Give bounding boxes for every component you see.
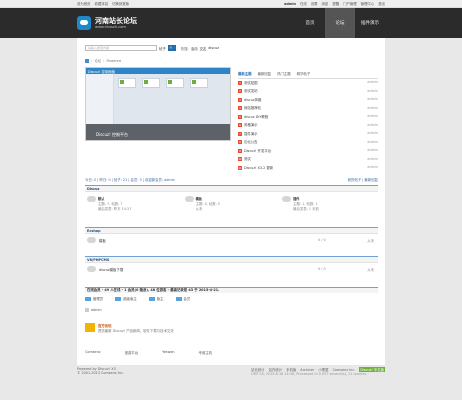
hot-search-2[interactable]: 交友 (200, 46, 207, 51)
forum-section-discuz: Discuz 默认 主题: 7, 帖数: 7 最后发表: 昨天 14:27 模板 主题… (85, 185, 378, 215)
nav-plugins[interactable]: 插件演示 (355, 8, 385, 38)
top-bar: 设为首页 收藏本站 切换到宽版 admin 在线 设置 消息 提醒 门户管理 管… (0, 0, 462, 8)
bookmark-link[interactable]: 收藏本站 (95, 1, 109, 6)
section-title[interactable]: Ecshop (85, 227, 378, 234)
role-member: 会员 (175, 296, 190, 301)
list-item[interactable]: 6 风格演示 admin (238, 121, 378, 130)
user-icon (85, 296, 91, 301)
list-item[interactable]: 7 插件演示 admin (238, 129, 378, 138)
hot-search-label: 热搜: (180, 46, 189, 51)
discuz-logo-icon (85, 323, 95, 332)
settings-link[interactable]: 设置 (311, 1, 318, 6)
forum-bubble-icon (87, 237, 96, 243)
breadcrumb-forum[interactable]: 论坛 (94, 58, 101, 63)
forum-section-ecshop: Ecshop 模板 0 / 0 从未 (85, 227, 378, 246)
list-item[interactable]: 5 discuz DIY教程 admin (238, 112, 378, 121)
slide-banner[interactable]: Discuz! 控制面板 Discuz! 控制平台 (85, 67, 231, 141)
list-item[interactable]: 1 测试贴图 admin (238, 78, 378, 87)
forum-bubble-icon (87, 196, 96, 202)
my-posts-links[interactable]: 我的帖子 | 最新回复 (348, 177, 378, 182)
logout-link[interactable]: 退出 (378, 1, 385, 6)
breadcrumb-powered[interactable]: Powered (107, 59, 121, 63)
site-footer: Powered by Discuz! X3 © 2001-2013 Comsen… (77, 367, 385, 376)
site-logo[interactable]: 河南站长论坛 www.hnsszh.com (77, 16, 137, 30)
main-nav: 首页 论坛 插件演示 (295, 8, 385, 38)
online-link[interactable]: 在线 (300, 1, 307, 6)
online-member[interactable]: admin (85, 308, 102, 312)
logo-title: 河南站长论坛 (95, 17, 137, 25)
admin-center-link[interactable]: 管理中心 (361, 1, 375, 6)
hot-search-3[interactable]: discuz (208, 46, 219, 50)
nav-home[interactable]: 首页 (295, 8, 325, 38)
user-icon (115, 296, 122, 301)
breadcrumb: › 论坛 › Powered (85, 58, 121, 63)
search-button[interactable]: 🔍 (167, 45, 176, 51)
forum-row[interactable]: 模板 0 / 0 从未 (85, 234, 378, 246)
forum-cell[interactable]: 默认 主题: 7, 帖数: 7 最后发表: 昨天 14:27 (85, 196, 183, 211)
search-type-select[interactable]: 帖子 (159, 46, 166, 51)
user-icon (175, 296, 182, 301)
section-title[interactable]: Discuz (85, 185, 378, 192)
username-link[interactable]: admin (284, 2, 296, 6)
friend-links: Comsenz 漫游平台 Yeswan 专用主机 (85, 350, 212, 355)
forum-section-v8: V8/PHPCMS discuz模板下载 0 / 0 从未 (85, 256, 378, 275)
gmt-info: GMT+8, 2015-6-18 14:36, Processed in 0.0… (251, 372, 368, 376)
forum-cell[interactable]: 插件 主题: 1, 帖数: 1 最后发表: 1 天前 (280, 196, 378, 211)
tab-hot-threads[interactable]: 热门主题 (277, 71, 291, 76)
role-super-mod: 超级版主 (115, 296, 137, 301)
site-header: 河南站长论坛 www.hnsszh.com 首页 论坛 插件演示 (0, 8, 462, 38)
banner-sidebar (86, 74, 114, 124)
search-bar: 请输入搜索内容 帖子 🔍 热搜: 活动 交友 discuz (77, 38, 385, 52)
list-item[interactable]: 4 网站推荐帖 admin (238, 104, 378, 113)
comsenz-link[interactable]: Comsenz Inc. (333, 368, 356, 372)
logo-subtitle: www.hnsszh.com (95, 25, 126, 29)
home-icon[interactable] (85, 58, 89, 63)
link-comsenz[interactable]: Comsenz (85, 350, 101, 355)
portal-admin-link[interactable]: 门户管理 (343, 1, 357, 6)
copyright: © 2001-2013 Comsenz Inc. (77, 371, 124, 375)
wide-layout-link[interactable]: 切换到宽版 (112, 1, 129, 6)
role-legend: 管理员 超级版主 版主 会员 (85, 296, 190, 301)
nav-forum[interactable]: 论坛 (325, 8, 355, 38)
list-item[interactable]: 10 测试 admin (238, 155, 378, 164)
notifications-link[interactable]: 提醒 (332, 1, 339, 6)
online-members-bar[interactable]: 在线会员 - 49 人在线 - 1 会员(0 隐身), 48 位游客 - 最高记… (85, 287, 378, 293)
avatar (85, 308, 89, 312)
official-forum-block[interactable]: 官方论坛 提供最新 Discuz! 产品新闻、软件下载与技术交流 (85, 323, 174, 333)
forum-row[interactable]: discuz模板下载 0 / 0 从未 (85, 263, 378, 275)
role-mod: 版主 (148, 296, 164, 301)
forum-bubble-icon (282, 196, 292, 202)
list-item[interactable]: 8 论坛公告 admin (238, 138, 378, 147)
role-admin: 管理员 (85, 296, 103, 301)
forum-cell[interactable]: 模板 主题: 0, 帖数: 0 从未 (183, 196, 281, 211)
hot-search-1[interactable]: 活动 (191, 46, 198, 51)
link-manyou[interactable]: 漫游平台 (125, 350, 139, 355)
banner-caption: Discuz! 控制平台 (86, 124, 230, 140)
top-left-links: 设为首页 收藏本站 切换到宽版 (77, 1, 129, 6)
tab-digest-threads[interactable]: 精华帖子 (297, 71, 311, 76)
forum-stats-bar: 今日: 0 | 昨日: 0 | 帖子: 21 | 会员: 3 | 欢迎新会员: … (85, 177, 378, 182)
archiver-link[interactable]: Archiver (300, 368, 314, 372)
banner-tiles (118, 78, 208, 88)
user-icon (148, 296, 155, 301)
forum-bubble-icon (87, 266, 96, 272)
tab-latest-replies[interactable]: 最新回复 (258, 71, 272, 76)
section-title[interactable]: V8/PHPCMS (85, 256, 378, 263)
list-item[interactable]: 11 Discuz! X3.2 更新 admin (238, 163, 378, 172)
link-yeswan[interactable]: Yeswan (162, 350, 174, 355)
search-input[interactable]: 请输入搜索内容 (85, 45, 157, 51)
forum-stats: 今日: 0 | 昨日: 0 | 帖子: 21 | 会员: 3 | 欢迎新会员: … (85, 178, 175, 182)
link-host[interactable]: 专用主机 (199, 350, 213, 355)
top-right-links: admin 在线 设置 消息 提醒 门户管理 管理中心 退出 (284, 1, 385, 7)
chat-bubble-icon (77, 16, 91, 30)
thread-list: 1 测试贴图 admin 2 测试发帖 admin 3 discuz风格 admin 4 网站… (238, 78, 378, 172)
list-item[interactable]: 2 测试发帖 admin (238, 87, 378, 96)
list-item[interactable]: 9 Discuz! 开发平台 admin (238, 146, 378, 155)
tab-latest-threads[interactable]: 最新主题 (238, 71, 252, 76)
set-homepage-link[interactable]: 设为首页 (77, 1, 91, 6)
messages-link[interactable]: 消息 (322, 1, 329, 6)
forum-bubble-icon (184, 196, 194, 202)
list-item[interactable]: 3 discuz风格 admin (238, 95, 378, 104)
